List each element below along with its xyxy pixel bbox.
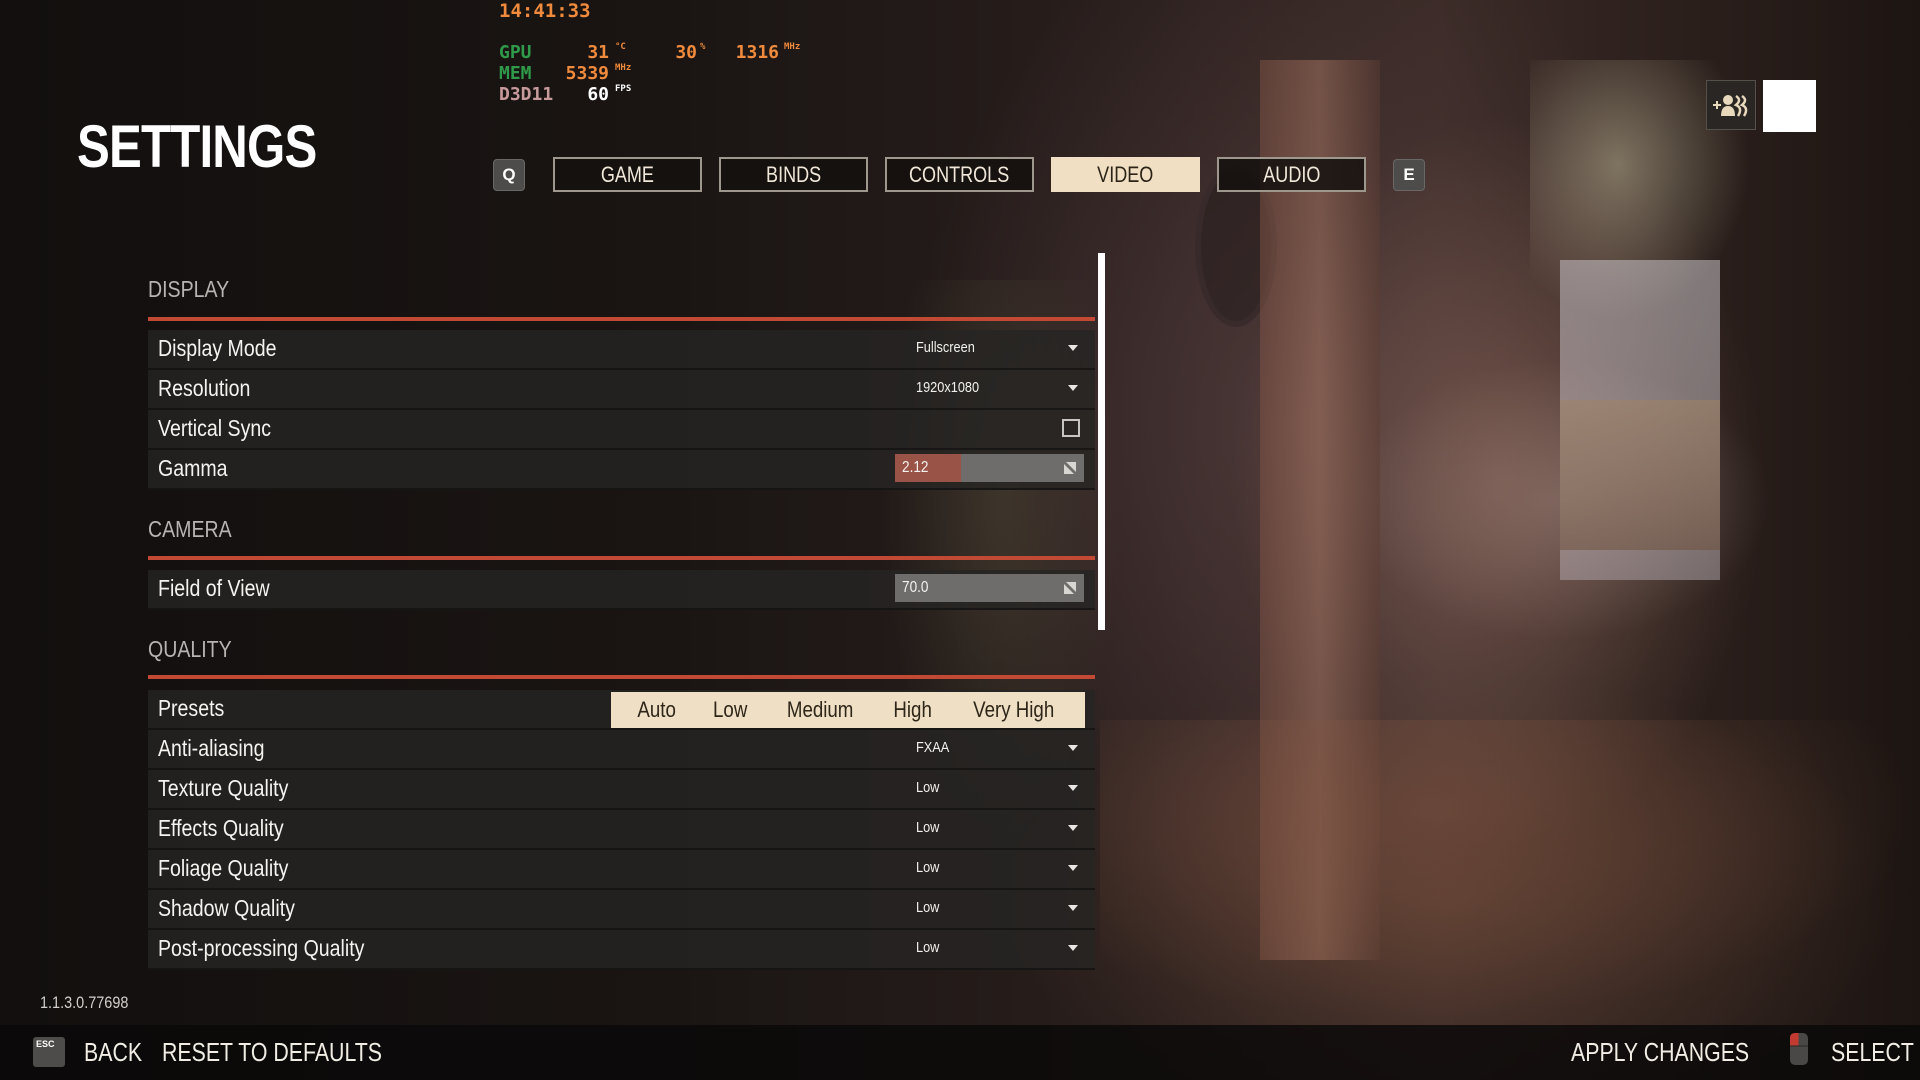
api-label: D3D11 (499, 84, 554, 105)
tab-label: BINDS (765, 161, 822, 187)
fps-value: 60 (587, 84, 609, 105)
next-tab-key[interactable]: E (1393, 159, 1425, 191)
gpu-load: 30 (675, 42, 697, 63)
tab-label: AUDIO (1262, 161, 1321, 187)
mem-clock: 5339 (565, 63, 609, 84)
tab-binds[interactable]: BINDS (719, 157, 868, 192)
gpu-label: GPU (499, 42, 532, 63)
select-hint: SELECT (1831, 1037, 1914, 1067)
tab-label: VIDEO (1097, 161, 1154, 187)
tab-label: GAME (600, 161, 655, 187)
tab-label: CONTROLS (909, 161, 1010, 187)
add-squad-button[interactable] (1706, 80, 1756, 130)
clock-time: 14:41:33 (499, 0, 591, 22)
gpu-temp: 31 (587, 42, 609, 63)
mem-clock-unit: MHz (615, 63, 632, 73)
settings-scrollbar[interactable] (1098, 253, 1105, 630)
gpu-clock: 1316 (735, 42, 779, 63)
gpu-stats: GPU 31 °C 30 % 1316 MHz (499, 42, 800, 63)
apply-changes-button[interactable]: APPLY CHANGES (1571, 1037, 1788, 1068)
gpu-load-unit: % (700, 42, 706, 52)
tab-audio[interactable]: AUDIO (1217, 157, 1366, 192)
esc-key-icon[interactable]: ESC (33, 1037, 65, 1067)
gpu-clock-unit: MHz (784, 42, 801, 52)
footer-bar: ESC BACK RESET TO DEFAULTS APPLY CHANGES… (0, 1025, 1920, 1080)
player-avatar-placeholder[interactable] (1763, 80, 1816, 132)
reset-to-defaults-button[interactable]: RESET TO DEFAULTS (162, 1037, 430, 1068)
api-stats: D3D11 60 FPS (499, 84, 631, 105)
page-title: SETTINGS (77, 113, 317, 180)
tab-controls[interactable]: CONTROLS (885, 157, 1034, 192)
version-label: 1.1.3.0.77698 (40, 993, 129, 1012)
prev-tab-key[interactable]: Q (493, 159, 525, 191)
fps-unit: FPS (615, 84, 632, 94)
tab-game[interactable]: GAME (553, 157, 702, 192)
background-rubble (1100, 720, 1920, 1020)
add-squad-icon (1713, 94, 1748, 117)
background-field (1560, 400, 1720, 550)
background-soldier (880, 280, 1120, 840)
tab-video[interactable]: VIDEO (1051, 157, 1200, 192)
back-button[interactable]: BACK (84, 1037, 155, 1068)
gpu-temp-unit: °C (615, 42, 626, 52)
mem-label: MEM (499, 63, 532, 84)
mouse-left-click-icon (1790, 1033, 1808, 1065)
mem-stats: MEM 5339 MHz (499, 63, 631, 84)
